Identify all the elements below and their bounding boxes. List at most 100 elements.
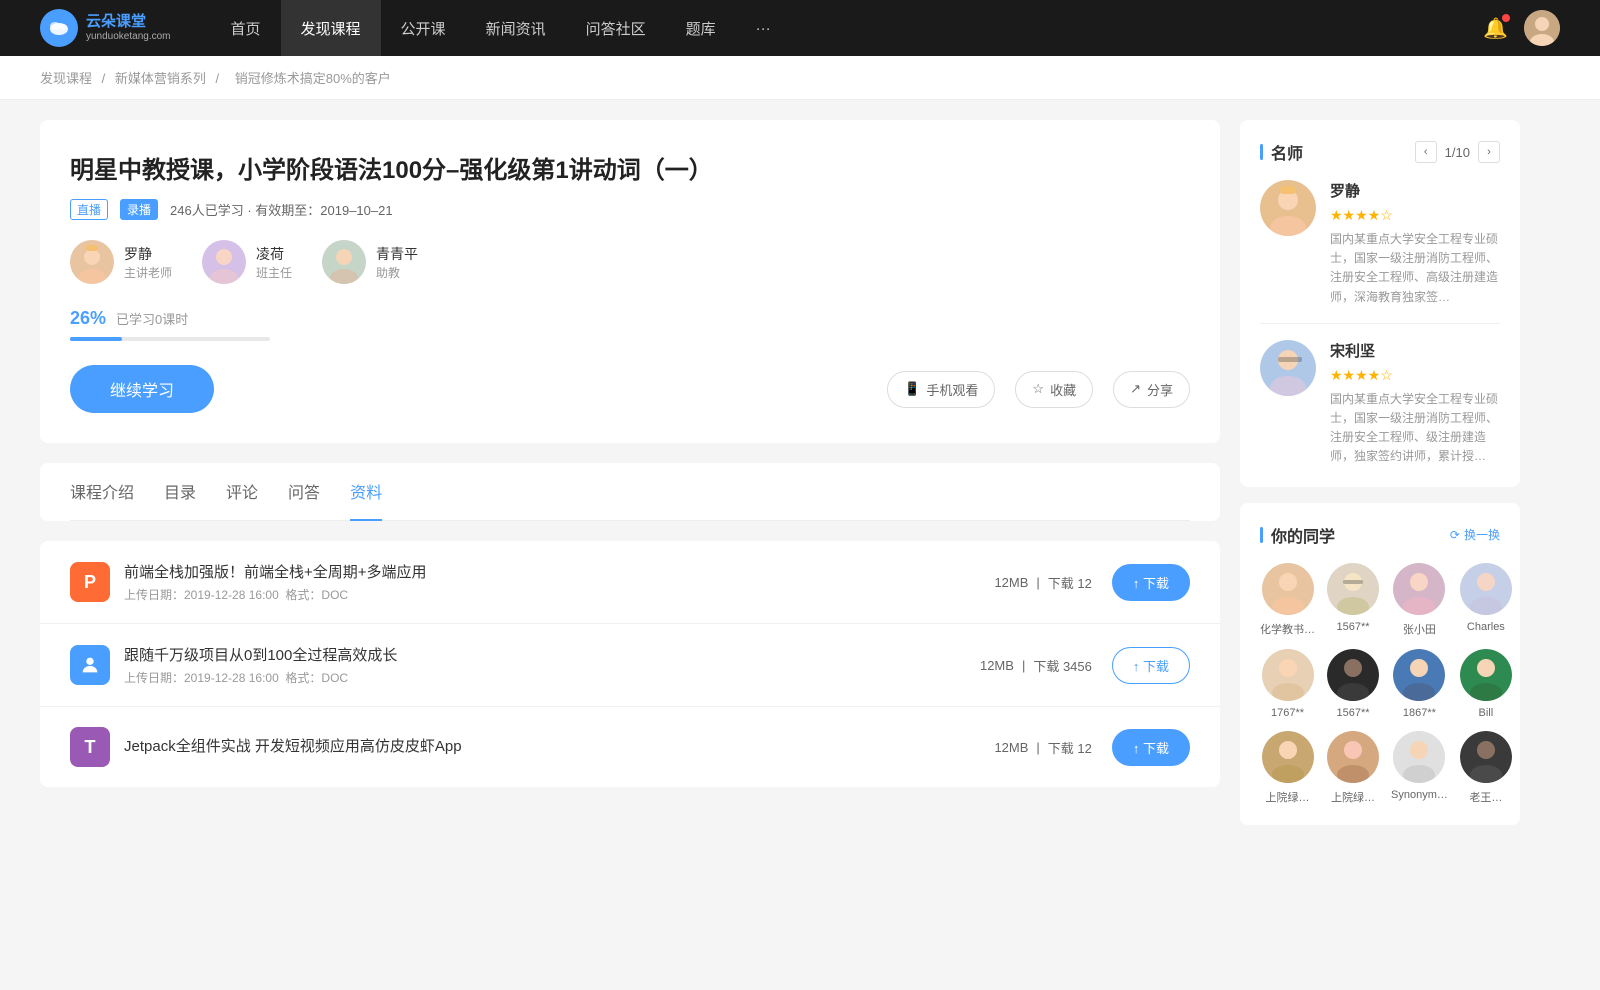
progress-bar-bg	[70, 337, 270, 341]
classmate-avatar[interactable]	[1262, 563, 1314, 615]
nav-items: 首页 发现课程 公开课 新闻资讯 问答社区 题库 ···	[211, 0, 1484, 56]
main-layout: 明星中教授课，小学阶段语法100分–强化级第1讲动词（一） 直播 录播 246人…	[0, 100, 1560, 861]
nav-quiz[interactable]: 题库	[666, 0, 736, 56]
breadcrumb-link-series[interactable]: 新媒体营销系列	[115, 71, 206, 86]
classmate-name: 上院绿…	[1331, 789, 1375, 805]
title-bar-icon	[1260, 144, 1263, 160]
nav-more[interactable]: ···	[736, 0, 791, 56]
classmate-item: 上院绿…	[1327, 731, 1379, 805]
course-title: 明星中教授课，小学阶段语法100分–强化级第1讲动词（一）	[70, 150, 1190, 185]
classmates-title: 你的同学	[1271, 523, 1335, 547]
classmate-avatar[interactable]	[1327, 649, 1379, 701]
teacher-3-role: 助教	[376, 264, 418, 281]
classmate-avatar[interactable]	[1460, 563, 1512, 615]
file-name-2: 跟随千万级项目从0到100全过程高效成长	[124, 644, 980, 665]
classmate-avatar[interactable]	[1460, 731, 1512, 783]
file-stats-3: 12MB | 下载 12	[994, 738, 1091, 757]
teacher-3-avatar	[322, 240, 366, 284]
classmate-name: 1767**	[1271, 707, 1304, 719]
classmate-item: 1867**	[1391, 649, 1448, 719]
teacher-profile-1-stars: ★★★★☆	[1330, 207, 1500, 224]
progress-bar-fill	[70, 337, 122, 341]
share-button[interactable]: ↗ 分享	[1113, 371, 1190, 408]
file-icon-person	[70, 645, 110, 685]
page-info: 1/10	[1445, 145, 1470, 160]
mobile-icon: 📱	[904, 381, 920, 397]
refresh-label: 换一换	[1464, 526, 1500, 543]
classmate-item: 1567**	[1327, 563, 1379, 637]
prev-teacher-button[interactable]: ‹	[1415, 141, 1437, 163]
continue-button[interactable]: 继续学习	[70, 365, 214, 413]
tab-intro[interactable]: 课程介绍	[70, 463, 134, 521]
classmate-item: 老王…	[1460, 731, 1512, 805]
title-bar-icon-2	[1260, 527, 1263, 543]
file-item: T Jetpack全组件实战 开发短视频应用高仿皮皮虾App 12MB | 下载…	[40, 707, 1220, 787]
teacher-3-info: 青青平 助教	[376, 244, 418, 281]
classmate-avatar[interactable]	[1262, 731, 1314, 783]
breadcrumb: 发现课程 / 新媒体营销系列 / 销冠修炼术搞定80%的客户	[0, 56, 1600, 100]
classmate-avatar[interactable]	[1393, 649, 1445, 701]
classmate-avatar[interactable]	[1393, 563, 1445, 615]
file-name-3: Jetpack全组件实战 开发短视频应用高仿皮皮虾App	[124, 735, 994, 756]
teacher-profile-1: 罗静 ★★★★☆ 国内某重点大学安全工程专业硕士，国家一级注册消防工程师、注册安…	[1260, 180, 1500, 324]
next-teacher-button[interactable]: ›	[1478, 141, 1500, 163]
sidebar: 名师 ‹ 1/10 ›	[1240, 120, 1520, 841]
classmate-item: 1767**	[1260, 649, 1315, 719]
teacher-profile-2: 宋利坚 ★★★★☆ 国内某重点大学安全工程专业硕士，国家一级注册消防工程师、注册…	[1260, 340, 1500, 467]
classmate-name: Bill	[1479, 707, 1494, 719]
tab-qa[interactable]: 问答	[288, 463, 320, 521]
classmate-avatar[interactable]	[1460, 649, 1512, 701]
classmate-item: 化学教书…	[1260, 563, 1315, 637]
download-button-3[interactable]: ↑ 下载	[1112, 729, 1190, 766]
tabs: 课程介绍 目录 评论 问答 资料	[70, 463, 1190, 521]
classmate-avatar[interactable]	[1327, 563, 1379, 615]
main-content: 明星中教授课，小学阶段语法100分–强化级第1讲动词（一） 直播 录播 246人…	[40, 120, 1220, 841]
classmate-name: 张小田	[1403, 621, 1436, 637]
refresh-button[interactable]: ⟳ 换一换	[1450, 526, 1500, 543]
navigation: 云朵课堂 yunduoketang.com 首页 发现课程 公开课 新闻资讯 问…	[0, 0, 1600, 56]
teacher-profile-1-info: 罗静 ★★★★☆ 国内某重点大学安全工程专业硕士，国家一级注册消防工程师、注册安…	[1330, 180, 1500, 307]
nav-news[interactable]: 新闻资讯	[466, 0, 566, 56]
classmate-item: 1567**	[1327, 649, 1379, 719]
file-item: 跟随千万级项目从0到100全过程高效成长 上传日期：2019-12-28 16:…	[40, 624, 1220, 707]
teacher-profile-2-stars: ★★★★☆	[1330, 367, 1500, 384]
file-info-3: Jetpack全组件实战 开发短视频应用高仿皮皮虾App	[124, 735, 994, 760]
file-icon-p: P	[70, 562, 110, 602]
download-button-1[interactable]: ↑ 下载	[1112, 564, 1190, 601]
mobile-label: 手机观看	[926, 380, 978, 399]
classmate-item: 上院绿…	[1260, 731, 1315, 805]
teacher-1-name: 罗静	[124, 244, 172, 264]
teacher-profile-1-avatar	[1260, 180, 1316, 236]
classmate-name: 1567**	[1336, 621, 1369, 633]
course-actions: 继续学习 📱 手机观看 ☆ 收藏 ↗ 分享	[70, 365, 1190, 413]
breadcrumb-link-discover[interactable]: 发现课程	[40, 71, 92, 86]
nav-right: 🔔	[1483, 10, 1560, 46]
mobile-watch-button[interactable]: 📱 手机观看	[887, 371, 995, 408]
nav-qa[interactable]: 问答社区	[566, 0, 666, 56]
classmates-header: 你的同学 ⟳ 换一换	[1260, 523, 1500, 547]
nav-public[interactable]: 公开课	[381, 0, 466, 56]
notification-bell[interactable]: 🔔	[1483, 16, 1508, 41]
teacher-1-role: 主讲老师	[124, 264, 172, 281]
badge-live: 直播	[70, 199, 108, 220]
classmate-avatar[interactable]	[1262, 649, 1314, 701]
breadcrumb-current: 销冠修炼术搞定80%的客户	[235, 71, 391, 86]
classmate-avatar[interactable]	[1327, 731, 1379, 783]
collect-button[interactable]: ☆ 收藏	[1015, 371, 1093, 408]
logo-sub: yunduoketang.com	[86, 31, 171, 43]
tab-catalog[interactable]: 目录	[164, 463, 196, 521]
tab-materials[interactable]: 资料	[350, 463, 382, 521]
nav-discover[interactable]: 发现课程	[281, 0, 381, 56]
tab-review[interactable]: 评论	[226, 463, 258, 521]
classmate-name: 1867**	[1403, 707, 1436, 719]
user-avatar[interactable]	[1524, 10, 1560, 46]
teacher-profile-2-desc: 国内某重点大学安全工程专业硕士，国家一级注册消防工程师、注册安全工程师、级注册建…	[1330, 390, 1500, 467]
star-icon: ☆	[1032, 381, 1044, 397]
teacher-profile-1-desc: 国内某重点大学安全工程专业硕士，国家一级注册消防工程师、注册安全工程师、高级注册…	[1330, 230, 1500, 307]
classmate-avatar[interactable]	[1393, 731, 1445, 783]
classmates-sidebar-card: 你的同学 ⟳ 换一换 化学教书…	[1240, 503, 1520, 825]
download-button-2[interactable]: ↑ 下载	[1112, 647, 1190, 684]
nav-home[interactable]: 首页	[211, 0, 281, 56]
logo[interactable]: 云朵课堂 yunduoketang.com	[40, 9, 171, 47]
teacher-3: 青青平 助教	[322, 240, 418, 284]
